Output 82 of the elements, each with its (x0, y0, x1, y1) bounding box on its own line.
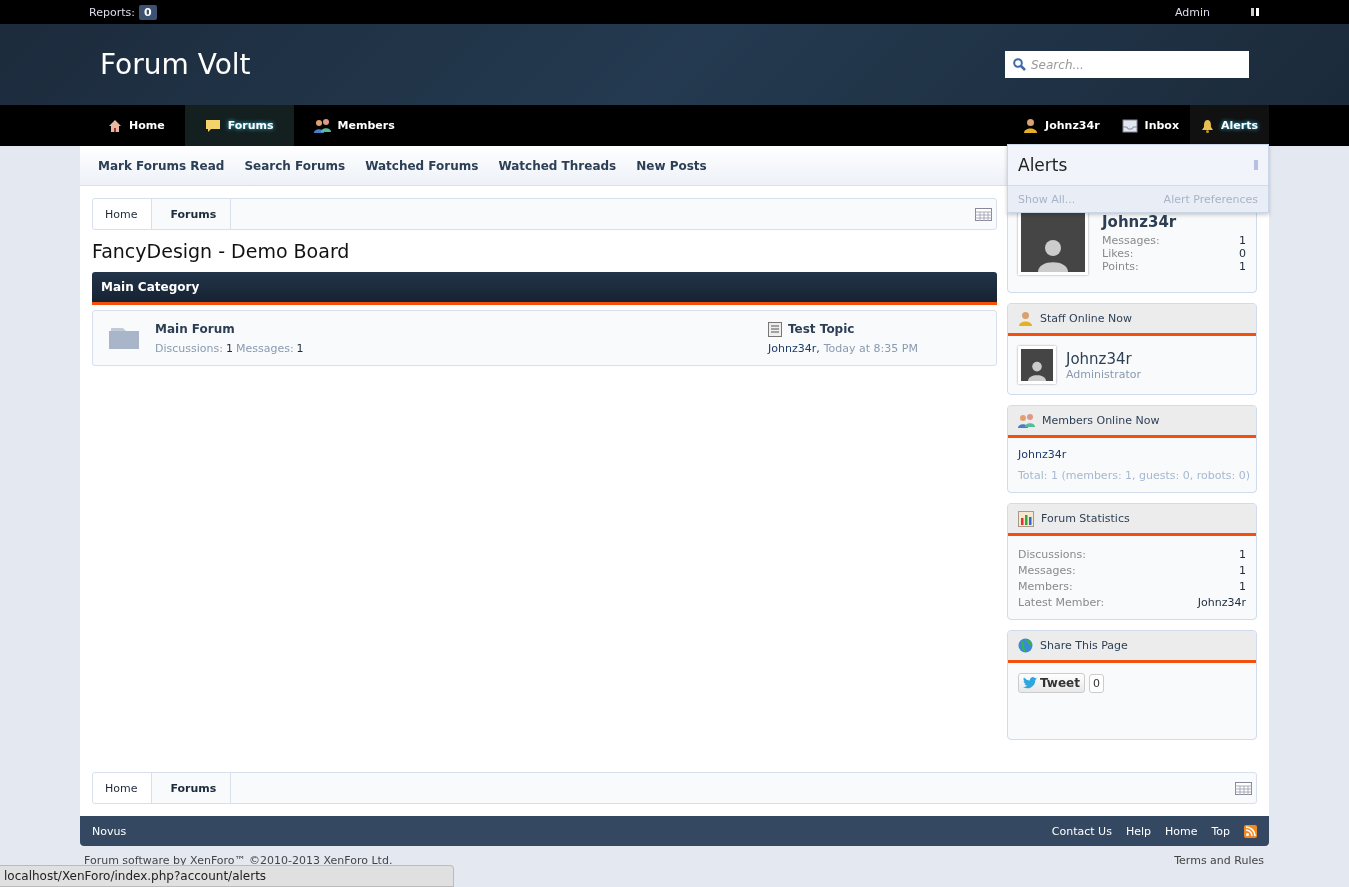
sub-nav-link[interactable]: Search Forums (244, 158, 346, 173)
document-icon (768, 321, 782, 337)
stat-label: Discussions: (1018, 548, 1086, 561)
breadcrumb-link[interactable]: Home (93, 773, 153, 803)
stat-label: Likes: (1102, 247, 1134, 260)
toggle-icon[interactable] (1250, 7, 1260, 17)
popup-title: Alerts (1018, 155, 1068, 175)
nav-tab[interactable]: Alerts (1190, 105, 1269, 146)
person-icon (1023, 118, 1039, 133)
footer-link[interactable]: Home (1164, 824, 1198, 838)
search-icon (1013, 58, 1026, 71)
search-field[interactable]: Search... (1005, 51, 1249, 78)
person-icon (1018, 311, 1033, 326)
stat-value: 1 (1239, 234, 1246, 247)
stat-value: 0 (1239, 247, 1246, 260)
forum-icon (107, 325, 141, 351)
nav-tab[interactable]: Johnz34r (1012, 105, 1111, 146)
board-title: FancyDesign - Demo Board (92, 240, 351, 262)
bar-chart-icon (1018, 510, 1034, 527)
style-link[interactable]: Novus (92, 824, 1038, 838)
stat-value: 1 (1239, 548, 1246, 561)
stat-value: Johnz34r (1197, 596, 1246, 609)
rss-icon[interactable] (1244, 824, 1257, 838)
stat-label: Messages: (235, 341, 294, 355)
footer-link[interactable]: Top (1211, 824, 1230, 838)
status-bar: localhost/XenForo/index.php?account/alerts (0, 865, 454, 887)
globe-icon (1018, 638, 1033, 653)
admin-link[interactable]: Admin (1174, 5, 1210, 19)
scroll-icon (1254, 160, 1258, 170)
reports-label[interactable]: Reports: (89, 5, 135, 19)
tweet-count: 0 (1088, 673, 1104, 693)
sub-nav-link[interactable]: Watched Threads (498, 158, 617, 173)
stat-value: 1 (1239, 260, 1246, 273)
sub-nav-link[interactable]: New Posts (636, 158, 707, 173)
nav-tab[interactable]: Members (293, 105, 415, 146)
sub-nav-link[interactable]: Watched Forums (365, 158, 479, 173)
tweet-button[interactable]: Tweet (1018, 673, 1085, 693)
stat-label: Messages: (1102, 234, 1160, 247)
bird-icon (1023, 677, 1037, 689)
post-time: Today at 8:35 PM (823, 341, 918, 355)
site-logo[interactable]: Forum Volt (100, 48, 251, 81)
avatar-silhouette-icon (1028, 360, 1046, 381)
stat-value: 1 (225, 341, 233, 355)
grid-icon[interactable] (975, 207, 992, 221)
nav-tab[interactable]: Home (88, 105, 185, 146)
panel-title: Staff Online Now (1040, 312, 1133, 325)
stat-label: Discussions: (155, 341, 223, 355)
avatar-silhouette-icon (1038, 237, 1068, 272)
people-icon (1018, 413, 1035, 428)
panel-title: Members Online Now (1042, 414, 1160, 427)
category-header[interactable]: Main Category (92, 272, 997, 305)
stat-label: Points: (1102, 260, 1139, 273)
grid-icon[interactable] (1235, 781, 1252, 795)
stat-value: 1 (296, 341, 304, 355)
panel-title: Forum Statistics (1041, 512, 1130, 525)
bell-icon (1201, 118, 1214, 133)
nav-tab[interactable]: Forums (184, 105, 294, 146)
stat-label: Latest Member: (1018, 596, 1105, 609)
reports-count[interactable]: 0 (138, 4, 157, 20)
breadcrumb-link[interactable]: Home (93, 199, 153, 229)
people-icon (313, 118, 331, 133)
terms-link[interactable]: Terms and Rules (1174, 854, 1264, 867)
user-link[interactable]: Johnz34r (768, 341, 817, 355)
separator: , (816, 341, 820, 355)
speech-bubble-icon (204, 118, 221, 133)
house-icon (108, 118, 122, 133)
nav-tab[interactable]: Inbox (1110, 105, 1190, 146)
sub-nav-link[interactable]: Mark Forums Read (98, 158, 225, 173)
visitor-name[interactable]: Johnz34r (1102, 213, 1246, 231)
stat-value: 1 (1239, 564, 1246, 577)
staff-name[interactable]: Johnz34r (1066, 349, 1246, 368)
footer-link[interactable]: Help (1125, 824, 1151, 838)
panel-title: Share This Page (1040, 639, 1128, 652)
thread-link[interactable]: Test Topic (788, 322, 855, 336)
footer-link[interactable]: Contact Us (1051, 824, 1112, 838)
staff-role: Administrator (1066, 367, 1142, 381)
forum-title[interactable]: Main Forum (155, 321, 754, 336)
stat-value: 1 (1239, 580, 1246, 593)
stat-label: Messages: (1018, 564, 1076, 577)
inbox-icon (1121, 118, 1138, 133)
member-link[interactable]: Johnz34r (1018, 448, 1246, 461)
stat-label: Members: (1018, 580, 1073, 593)
